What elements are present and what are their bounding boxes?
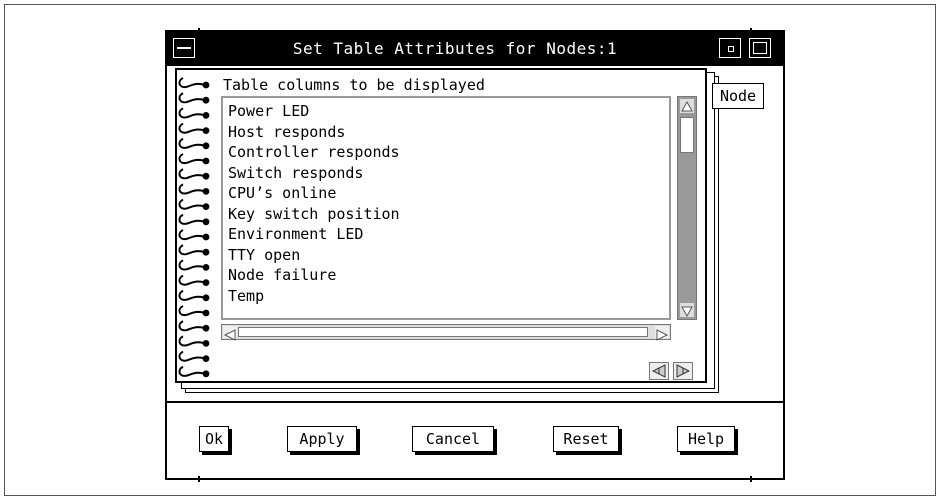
maximize-icon[interactable] [749, 38, 771, 58]
list-item[interactable]: Temp [228, 286, 668, 307]
button-separator [167, 401, 783, 403]
ok-button[interactable]: Ok [199, 426, 232, 455]
list-item[interactable]: Host responds [228, 122, 668, 143]
reset-button[interactable]: Reset [553, 426, 622, 455]
horizontal-scroll-thumb[interactable] [238, 327, 648, 337]
window-border-tick [198, 28, 200, 34]
scroll-right-arrow-icon[interactable] [655, 326, 669, 341]
page-back-icon[interactable] [649, 362, 669, 380]
window-menu-icon[interactable] [173, 38, 195, 58]
window-title: Set Table Attributes for Nodes:1 [292, 39, 618, 58]
list-item[interactable]: Node failure [228, 265, 668, 286]
vertical-scroll-thumb[interactable] [680, 117, 694, 153]
cancel-button[interactable]: Cancel [412, 426, 497, 455]
list-item[interactable]: Controller responds [228, 142, 668, 163]
page-heading: Table columns to be displayed [223, 76, 485, 94]
list-item[interactable]: TTY open [228, 245, 668, 266]
scroll-down-arrow-icon[interactable] [680, 303, 694, 318]
tab-node[interactable]: Node [712, 83, 764, 109]
minimize-icon[interactable] [719, 38, 741, 58]
vertical-scrollbar[interactable] [677, 96, 697, 320]
window-border-tick [198, 476, 200, 482]
notebook: Table columns to be displayed Power LED H… [175, 68, 707, 383]
list-item[interactable]: Switch responds [228, 163, 668, 184]
notebook-spiral-binding [178, 77, 210, 378]
list-item[interactable]: CPU’s online [228, 183, 668, 204]
window-border-tick [750, 476, 752, 482]
columns-listbox[interactable]: Power LED Host responds Controller respond… [221, 96, 671, 320]
window-border-tick [750, 28, 752, 34]
list-item[interactable]: Key switch position [228, 204, 668, 225]
title-bar[interactable]: Set Table Attributes for Nodes:1 [167, 32, 783, 66]
apply-button[interactable]: Apply [287, 426, 360, 455]
columns-list: Power LED Host responds Controller respond… [228, 101, 668, 306]
list-item[interactable]: Power LED [228, 101, 668, 122]
dialog-window: Set Table Attributes for Nodes:1 Node Ta… [165, 30, 785, 480]
list-item[interactable]: Environment LED [228, 224, 668, 245]
horizontal-scrollbar[interactable] [221, 324, 671, 341]
page-forward-icon[interactable] [673, 362, 693, 380]
scroll-up-arrow-icon[interactable] [680, 99, 694, 113]
help-button[interactable]: Help [677, 426, 738, 455]
scroll-left-arrow-icon[interactable] [223, 326, 237, 341]
